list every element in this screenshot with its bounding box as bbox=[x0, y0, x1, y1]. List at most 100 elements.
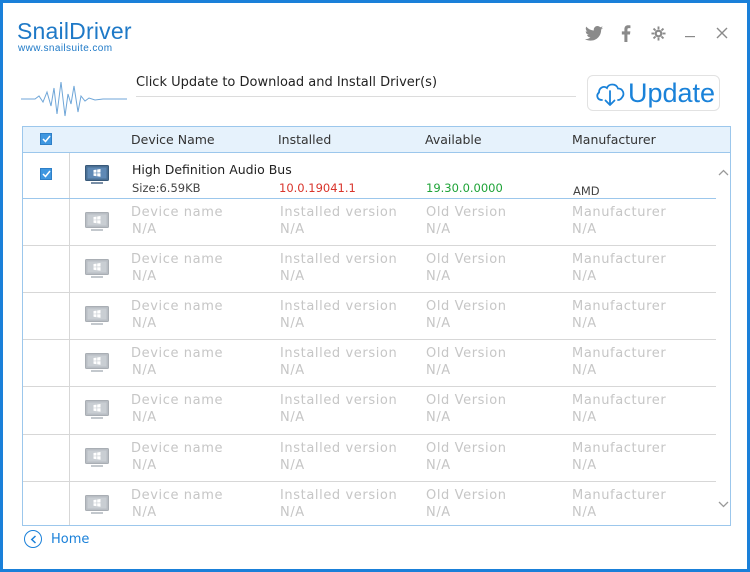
row-checkbox[interactable] bbox=[40, 168, 52, 180]
table-row[interactable]: Device name N/A Installed version N/A Old Ve… bbox=[23, 340, 716, 387]
placeholder-manufacturer-value: N/A bbox=[572, 458, 597, 473]
placeholder-manufacturer-value: N/A bbox=[572, 410, 597, 425]
col-installed[interactable]: Installed bbox=[278, 132, 331, 147]
device-monitor-icon bbox=[85, 259, 109, 278]
close-button[interactable] bbox=[706, 22, 738, 44]
driver-manufacturer: AMD bbox=[573, 184, 600, 198]
placeholder-manufacturer: Manufacturer bbox=[572, 252, 667, 267]
placeholder-old-value: N/A bbox=[426, 458, 451, 473]
placeholder-device-value: N/A bbox=[132, 363, 157, 378]
placeholder-old-value: N/A bbox=[426, 505, 451, 520]
placeholder-installed-version: Installed version bbox=[280, 299, 398, 314]
placeholder-old-version: Old Version bbox=[426, 441, 507, 456]
placeholder-manufacturer-value: N/A bbox=[572, 269, 597, 284]
window-controls bbox=[578, 22, 738, 44]
placeholder-installed-value: N/A bbox=[280, 222, 305, 237]
placeholder-device-name: Device name bbox=[131, 252, 224, 267]
placeholder-device-name: Device name bbox=[131, 299, 224, 314]
placeholder-device-value: N/A bbox=[132, 316, 157, 331]
placeholder-manufacturer: Manufacturer bbox=[572, 488, 667, 503]
cloud-download-icon bbox=[596, 83, 625, 106]
placeholder-device-value: N/A bbox=[132, 505, 157, 520]
scroll-down-button[interactable] bbox=[716, 497, 730, 511]
placeholder-installed-value: N/A bbox=[280, 410, 305, 425]
table-row[interactable]: Device name N/A Installed version N/A Old Ve… bbox=[23, 387, 716, 435]
device-monitor-icon bbox=[85, 212, 109, 231]
placeholder-device-name: Device name bbox=[131, 441, 224, 456]
placeholder-old-version: Old Version bbox=[426, 488, 507, 503]
placeholder-device-name: Device name bbox=[131, 205, 224, 220]
placeholder-installed-version: Installed version bbox=[280, 205, 398, 220]
logo-url: www.snailsuite.com bbox=[18, 43, 113, 54]
table-row[interactable]: Device name N/A Installed version N/A Old Ve… bbox=[23, 293, 716, 340]
app-logo: SnailDriver www.snailsuite.com bbox=[17, 18, 132, 54]
device-monitor-icon bbox=[85, 353, 109, 372]
placeholder-manufacturer: Manufacturer bbox=[572, 299, 667, 314]
placeholder-old-version: Old Version bbox=[426, 299, 507, 314]
placeholder-installed-version: Installed version bbox=[280, 393, 398, 408]
update-instruction: Click Update to Download and Install Dri… bbox=[136, 75, 438, 90]
table-row[interactable]: High Definition Audio Bus Size:6.59KB 10… bbox=[23, 153, 716, 199]
placeholder-installed-value: N/A bbox=[280, 505, 305, 520]
col-manufacturer[interactable]: Manufacturer bbox=[572, 132, 656, 147]
driver-name: High Definition Audio Bus bbox=[132, 162, 292, 177]
minimize-button[interactable] bbox=[674, 22, 706, 44]
placeholder-installed-version: Installed version bbox=[280, 441, 398, 456]
placeholder-old-version: Old Version bbox=[426, 393, 507, 408]
driver-size: Size:6.59KB bbox=[132, 181, 201, 195]
window-frame-top bbox=[0, 0, 750, 3]
placeholder-old-value: N/A bbox=[426, 316, 451, 331]
device-monitor-icon bbox=[85, 495, 109, 514]
header-divider bbox=[136, 96, 576, 97]
gear-icon[interactable] bbox=[642, 22, 674, 44]
placeholder-device-value: N/A bbox=[132, 410, 157, 425]
facebook-icon[interactable] bbox=[610, 22, 642, 44]
placeholder-installed-value: N/A bbox=[280, 316, 305, 331]
window-frame-left bbox=[0, 0, 3, 572]
table-row[interactable]: Device name N/A Installed version N/A Old Ve… bbox=[23, 246, 716, 293]
placeholder-old-version: Old Version bbox=[426, 346, 507, 361]
placeholder-manufacturer: Manufacturer bbox=[572, 205, 667, 220]
home-label: Home bbox=[51, 531, 90, 547]
twitter-icon[interactable] bbox=[578, 22, 610, 44]
placeholder-device-value: N/A bbox=[132, 458, 157, 473]
placeholder-installed-version: Installed version bbox=[280, 252, 398, 267]
logo-title: SnailDriver bbox=[17, 18, 132, 44]
placeholder-device-name: Device name bbox=[131, 346, 224, 361]
placeholder-old-version: Old Version bbox=[426, 252, 507, 267]
placeholder-manufacturer: Manufacturer bbox=[572, 393, 667, 408]
col-available[interactable]: Available bbox=[425, 132, 482, 147]
select-all-checkbox[interactable] bbox=[40, 133, 52, 145]
table-row[interactable]: Device name N/A Installed version N/A Old Ve… bbox=[23, 482, 716, 525]
driver-table: Device Name Installed Available Manufact… bbox=[22, 126, 731, 526]
placeholder-installed-value: N/A bbox=[280, 269, 305, 284]
table-row[interactable]: Device name N/A Installed version N/A Old Ve… bbox=[23, 199, 716, 246]
placeholder-manufacturer-value: N/A bbox=[572, 505, 597, 520]
placeholder-installed-version: Installed version bbox=[280, 346, 398, 361]
driver-available-version: 19.30.0.0000 bbox=[426, 181, 503, 195]
update-label: Update bbox=[628, 77, 716, 108]
placeholder-old-value: N/A bbox=[426, 410, 451, 425]
placeholder-old-value: N/A bbox=[426, 222, 451, 237]
placeholder-device-value: N/A bbox=[132, 222, 157, 237]
device-monitor-icon bbox=[85, 400, 109, 419]
placeholder-manufacturer-value: N/A bbox=[572, 316, 597, 331]
device-monitor-icon bbox=[85, 306, 109, 325]
home-button[interactable]: Home bbox=[24, 530, 89, 548]
placeholder-installed-value: N/A bbox=[280, 363, 305, 378]
table-header: Device Name Installed Available Manufact… bbox=[23, 127, 730, 153]
placeholder-manufacturer-value: N/A bbox=[572, 363, 597, 378]
placeholder-installed-version: Installed version bbox=[280, 488, 398, 503]
placeholder-installed-value: N/A bbox=[280, 458, 305, 473]
placeholder-manufacturer: Manufacturer bbox=[572, 346, 667, 361]
col-device-name[interactable]: Device Name bbox=[131, 132, 215, 147]
device-monitor-icon bbox=[85, 448, 109, 467]
placeholder-device-name: Device name bbox=[131, 393, 224, 408]
heartbeat-wave-icon bbox=[21, 81, 127, 117]
placeholder-device-name: Device name bbox=[131, 488, 224, 503]
table-row[interactable]: Device name N/A Installed version N/A Old Ve… bbox=[23, 435, 716, 482]
device-monitor-icon bbox=[85, 165, 109, 184]
placeholder-device-value: N/A bbox=[132, 269, 157, 284]
scroll-up-button[interactable] bbox=[716, 165, 730, 179]
update-button[interactable]: Update bbox=[587, 75, 720, 111]
